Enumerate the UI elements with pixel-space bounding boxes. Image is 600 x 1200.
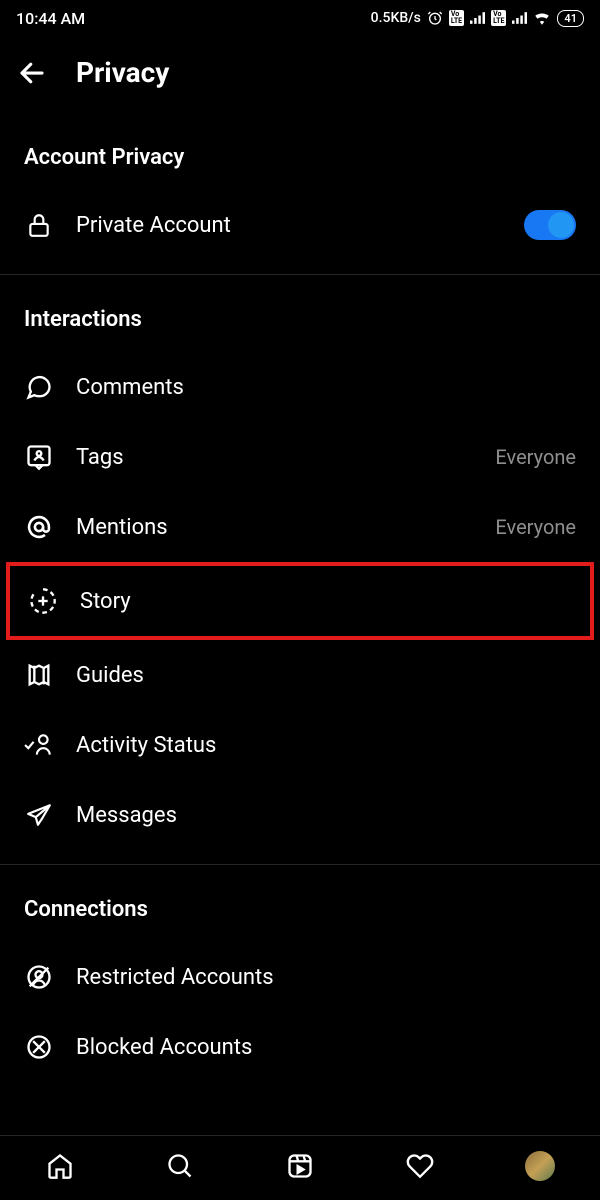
restricted-label: Restricted Accounts [76, 965, 576, 990]
bottom-nav [0, 1135, 600, 1200]
alarm-icon [427, 10, 443, 26]
lte-badge-1: VoLTE [449, 10, 464, 26]
row-restricted[interactable]: Restricted Accounts [24, 942, 576, 1012]
guides-label: Guides [76, 663, 576, 688]
story-plus-icon [28, 586, 58, 616]
search-icon [166, 1152, 194, 1180]
status-right: 0.5KB/s VoLTE VoLTE 41 [371, 10, 584, 27]
row-blocked[interactable]: Blocked Accounts [24, 1012, 576, 1068]
mentions-label: Mentions [76, 515, 473, 540]
messages-label: Messages [76, 803, 576, 828]
row-comments[interactable]: Comments [24, 352, 576, 422]
restricted-icon [24, 962, 54, 992]
back-button[interactable] [16, 57, 48, 89]
page-header: Privacy [0, 36, 600, 113]
row-messages[interactable]: Messages [24, 780, 576, 850]
nav-activity[interactable] [404, 1150, 436, 1182]
row-story[interactable]: Story [6, 562, 594, 640]
section-title-account-privacy: Account Privacy [24, 113, 576, 190]
page-title: Privacy [76, 56, 169, 89]
signal-icon-1 [470, 11, 485, 25]
signal-icon-2 [512, 11, 527, 25]
guides-icon [24, 660, 54, 690]
section-title-interactions: Interactions [24, 275, 576, 352]
tags-label: Tags [76, 445, 473, 470]
profile-avatar [525, 1151, 555, 1181]
section-title-connections: Connections [24, 865, 576, 942]
tags-value: Everyone [495, 445, 576, 469]
at-icon [24, 512, 54, 542]
battery-indicator: 41 [557, 10, 584, 27]
private-account-toggle[interactable] [524, 210, 576, 240]
home-icon [46, 1152, 74, 1180]
arrow-left-icon [17, 58, 47, 88]
nav-home[interactable] [44, 1150, 76, 1182]
section-interactions: Interactions Comments Tags Everyone Ment… [0, 275, 600, 850]
activity-status-icon [24, 730, 54, 760]
nav-profile[interactable] [524, 1150, 556, 1182]
lte-badge-2: VoLTE [491, 10, 506, 26]
row-activity-status[interactable]: Activity Status [24, 710, 576, 780]
heart-icon [405, 1152, 435, 1180]
nav-reels[interactable] [284, 1150, 316, 1182]
comment-icon [24, 372, 54, 402]
nav-search[interactable] [164, 1150, 196, 1182]
story-label: Story [80, 589, 572, 614]
private-account-label: Private Account [76, 213, 502, 238]
status-bar: 10:44 AM 0.5KB/s VoLTE VoLTE 41 [0, 0, 600, 36]
lock-icon [24, 210, 54, 240]
activity-status-label: Activity Status [76, 733, 576, 758]
tag-icon [24, 442, 54, 472]
data-rate: 0.5KB/s [371, 10, 421, 26]
comments-label: Comments [76, 375, 576, 400]
mentions-value: Everyone [495, 515, 576, 539]
section-connections: Connections Restricted Accounts Blocked … [0, 865, 600, 1068]
section-account-privacy: Account Privacy Private Account [0, 113, 600, 260]
row-tags[interactable]: Tags Everyone [24, 422, 576, 492]
row-mentions[interactable]: Mentions Everyone [24, 492, 576, 562]
reels-icon [286, 1152, 314, 1180]
row-private-account[interactable]: Private Account [24, 190, 576, 260]
wifi-icon [533, 11, 551, 25]
row-guides[interactable]: Guides [24, 640, 576, 710]
status-time: 10:44 AM [16, 9, 85, 28]
messages-icon [24, 800, 54, 830]
blocked-label: Blocked Accounts [76, 1035, 576, 1060]
blocked-icon [24, 1032, 54, 1062]
